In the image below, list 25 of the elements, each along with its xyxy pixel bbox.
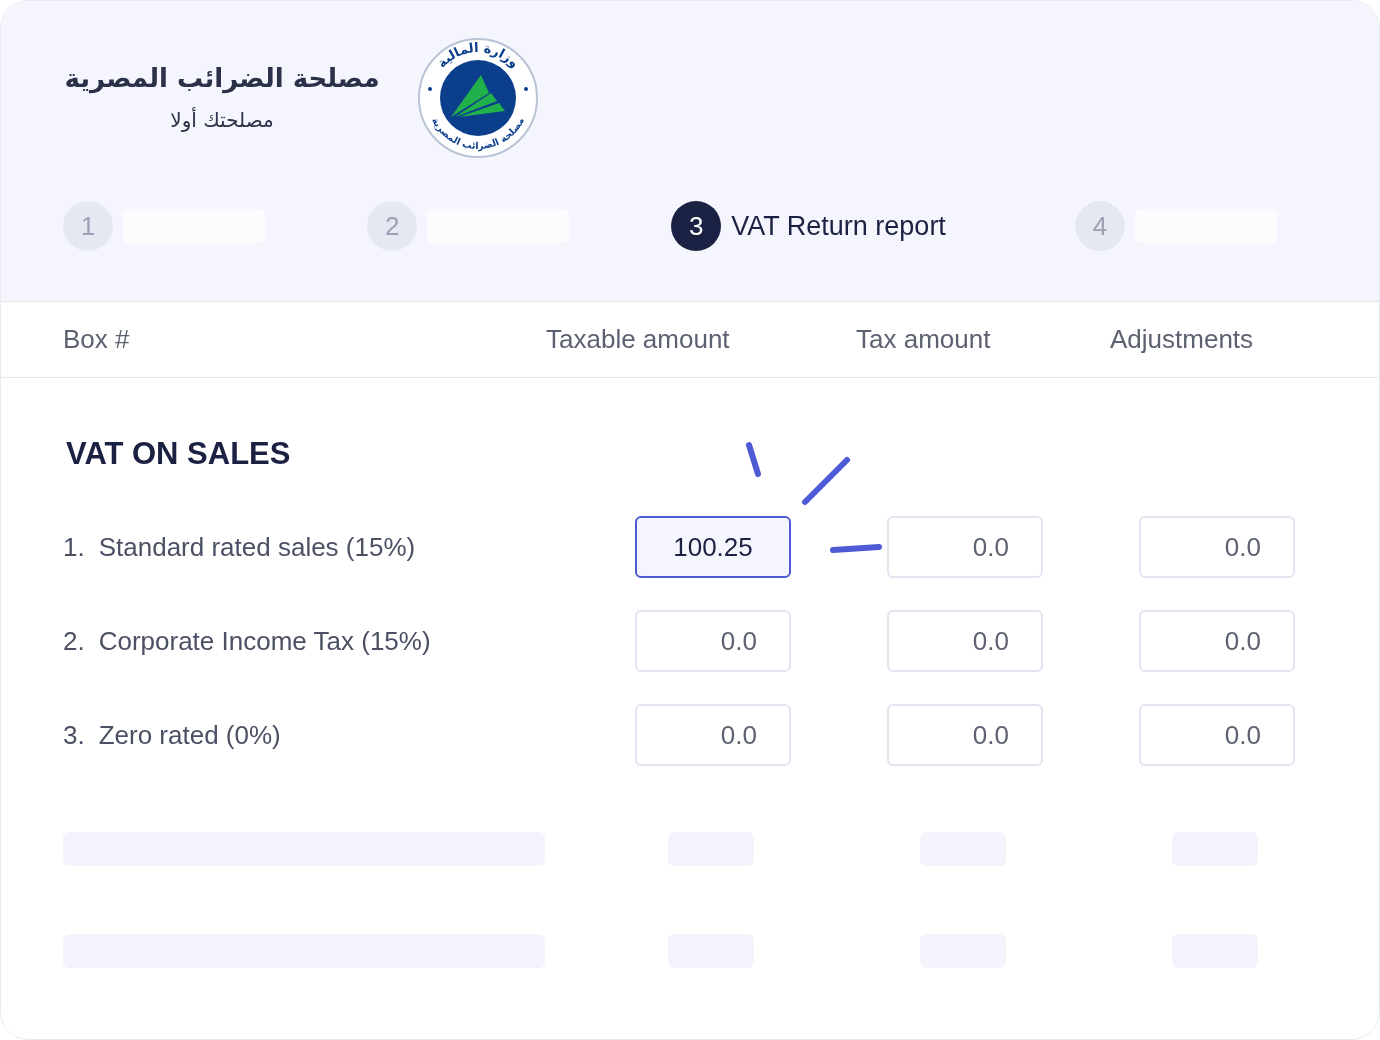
amount-field[interactable]: 0.0: [887, 704, 1043, 766]
amount-field[interactable]: 0.0: [1139, 610, 1295, 672]
amount-field[interactable]: 0.0: [1139, 516, 1295, 578]
organization-title: مصلحة الضرائب المصرية: [64, 62, 380, 96]
column-header: Box #: [63, 323, 131, 356]
step-label: VAT Return report: [731, 209, 946, 243]
row-number: 3.: [63, 718, 85, 752]
row-label: Zero rated (0%): [98, 718, 281, 752]
column-header: Tax amount: [856, 323, 992, 356]
section-title: VAT ON SALES: [65, 435, 292, 473]
row-number: 2.: [63, 624, 85, 658]
organization-tagline: مصلحتك أولا: [170, 106, 274, 134]
amount-field[interactable]: 0.0: [1139, 704, 1295, 766]
amount-field[interactable]: 0.0: [635, 704, 791, 766]
row-number: 1.: [63, 530, 85, 564]
amount-field[interactable]: 0.0: [887, 516, 1043, 578]
column-header: Adjustments: [1110, 323, 1255, 356]
step-number[interactable]: 3: [671, 201, 722, 251]
amount-field[interactable]: 0.0: [887, 610, 1043, 672]
amount-field[interactable]: 0.0: [635, 610, 791, 672]
logo: وزارة المالية مصلحة الضرائب المصرية: [417, 37, 539, 159]
row-label: Corporate Income Tax (15%): [98, 624, 431, 658]
column-header: Taxable amount: [546, 323, 731, 356]
amount-field[interactable]: 100.25: [635, 516, 791, 578]
row-label: Standard rated sales (15%): [98, 530, 416, 564]
